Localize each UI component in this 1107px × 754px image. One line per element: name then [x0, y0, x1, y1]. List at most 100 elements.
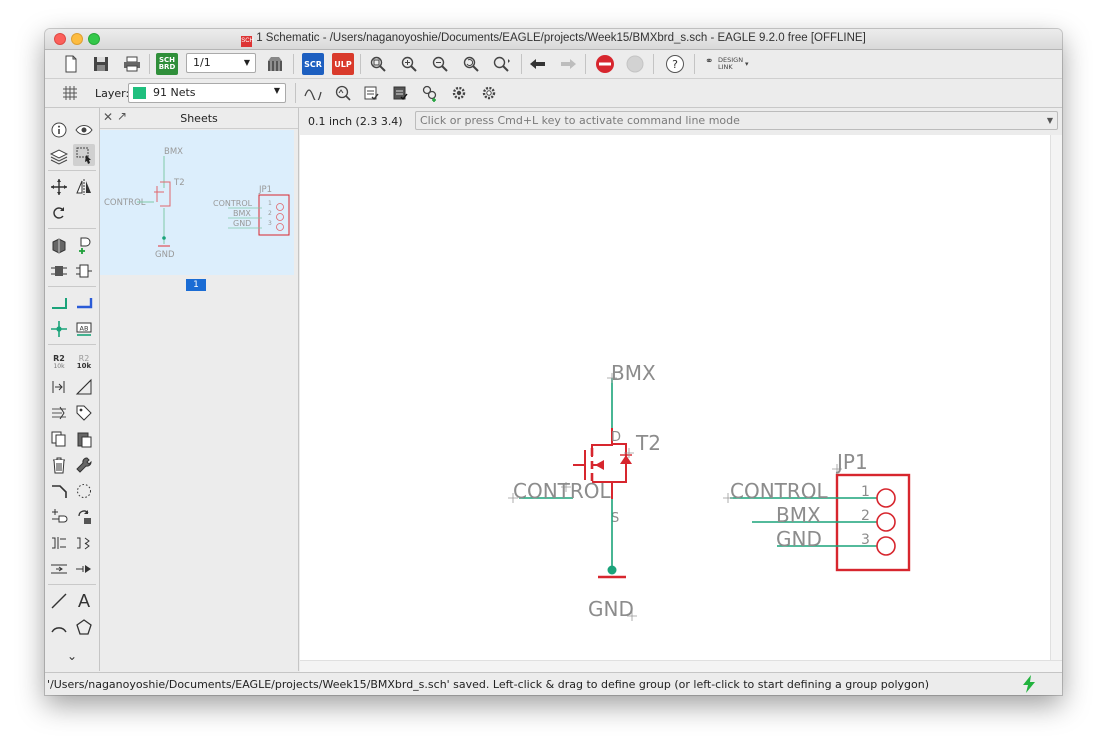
port-in-icon[interactable]: [48, 532, 70, 554]
schematic-canvas[interactable]: BMX D S T2 CONTROL GND JP1 1 2 3 CONTROL…: [300, 135, 1062, 660]
polygon-icon[interactable]: [73, 616, 95, 638]
sheet-number-badge[interactable]: 1: [186, 279, 206, 291]
vertical-scrollbar[interactable]: [1050, 135, 1062, 660]
sheet-selector-value: 1/1: [193, 56, 211, 69]
rotate-icon[interactable]: [48, 202, 70, 224]
join-icon[interactable]: [73, 558, 95, 580]
title-bar: SCH 1 Schematic - /Users/naganoyoshie/Doc…: [45, 29, 1062, 50]
change-icon[interactable]: [48, 402, 70, 424]
thumb-pin1-label: 1: [268, 200, 272, 207]
show-icon[interactable]: [331, 82, 355, 104]
bmx-net-label: BMX: [611, 361, 656, 385]
drain-label: D: [611, 430, 621, 445]
pin-2-number: 2: [861, 508, 870, 524]
chevron-down-icon: ▼: [243, 58, 250, 67]
mosfet-t2[interactable]: D S T2: [561, 428, 661, 526]
undo-icon[interactable]: [526, 53, 550, 75]
svg-text:10k: 10k: [77, 362, 92, 370]
options-gear-icon[interactable]: [477, 82, 501, 104]
connector-jp1[interactable]: JP1 1 2 3 CONTROL BMX GND: [723, 450, 911, 572]
line-icon[interactable]: [48, 590, 70, 612]
paste-icon[interactable]: [73, 428, 95, 450]
text-tool-icon[interactable]: A: [73, 590, 95, 612]
delete-icon[interactable]: [48, 454, 70, 476]
pin-1-net-label: CONTROL: [730, 479, 829, 503]
command-line-placeholder: Click or press Cmd+L key to activate com…: [420, 114, 740, 127]
zoom-fit-icon[interactable]: [366, 53, 390, 75]
replace-icon[interactable]: [48, 260, 70, 282]
add-module-icon[interactable]: [48, 506, 70, 528]
split-icon[interactable]: [73, 376, 95, 398]
cam-processor-icon[interactable]: [263, 53, 287, 75]
settings-gear-icon[interactable]: [447, 82, 471, 104]
new-file-icon[interactable]: [59, 53, 83, 75]
layer-select-value: 91 Nets: [153, 86, 196, 99]
schematic-drawing: BMX D S T2 CONTROL GND JP1 1 2 3 CONTROL…: [508, 361, 911, 621]
print-icon[interactable]: [120, 53, 144, 75]
main-toolbar: SCH BRD 1/1 ▼ SCR ULP ? ⚭ DESIGN LINK ▾: [45, 50, 1062, 79]
add-gate-icon[interactable]: [73, 234, 95, 256]
chevron-down-icon[interactable]: ▼: [1047, 112, 1053, 129]
layer-select[interactable]: 91 Nets ▼: [128, 83, 286, 103]
erc-check-icon[interactable]: [359, 82, 383, 104]
net-wave-icon[interactable]: [301, 82, 325, 104]
run-ulp-button[interactable]: ULP: [332, 53, 354, 75]
value-icon[interactable]: R2 10k: [73, 350, 95, 372]
command-line-input[interactable]: Click or press Cmd+L key to activate com…: [415, 111, 1058, 130]
grid-icon[interactable]: [58, 82, 82, 104]
lightning-bolt-icon[interactable]: [1022, 675, 1036, 695]
status-bar: '/Users/naganoyoshie/Documents/EAGLE/pro…: [45, 672, 1062, 695]
design-link-button[interactable]: ⚭ DESIGN LINK ▾: [705, 57, 761, 71]
pin-3-pad: [876, 536, 896, 556]
net-icon[interactable]: [48, 292, 70, 314]
junction-icon[interactable]: [48, 318, 70, 340]
ratsnest-icon[interactable]: [73, 480, 95, 502]
arc-icon[interactable]: [48, 616, 70, 638]
add-net-link-icon[interactable]: [418, 82, 442, 104]
sheet-selector[interactable]: 1/1 ▼: [186, 53, 256, 73]
attribute-tag-icon[interactable]: [73, 402, 95, 424]
move-icon[interactable]: [48, 176, 70, 198]
expand-more-icon[interactable]: ⌄: [61, 645, 83, 667]
eagle-window: SCH 1 Schematic - /Users/naganoyoshie/Doc…: [45, 29, 1062, 695]
grid-coordinate-readout: 0.1 inch (2.3 3.4): [308, 115, 403, 128]
zoom-out-icon[interactable]: [428, 53, 452, 75]
pinswap-icon[interactable]: [48, 376, 70, 398]
wrench-icon[interactable]: [73, 454, 95, 476]
horizontal-scrollbar[interactable]: [300, 660, 1062, 672]
add-part-icon[interactable]: [48, 234, 70, 256]
pin-1-pad: [876, 488, 896, 508]
label-icon[interactable]: AB: [73, 318, 95, 340]
zoom-redraw-icon[interactable]: [459, 53, 483, 75]
stop-command-icon[interactable]: [593, 53, 617, 75]
port-out-icon[interactable]: [73, 532, 95, 554]
pin-2-pad: [876, 512, 896, 532]
copy-icon[interactable]: [48, 428, 70, 450]
bus-icon[interactable]: [73, 292, 95, 314]
info-icon[interactable]: [48, 119, 70, 141]
zoom-select-icon[interactable]: [490, 53, 514, 75]
save-icon[interactable]: [89, 53, 113, 75]
name-icon[interactable]: R2 10k: [48, 350, 70, 372]
help-button[interactable]: ?: [663, 53, 687, 75]
sch-brd-switch-button[interactable]: SCH BRD: [156, 53, 178, 75]
drc-check-icon[interactable]: [388, 82, 412, 104]
invoke-icon[interactable]: [73, 260, 95, 282]
group-select-icon[interactable]: [73, 144, 95, 166]
thumb-jp-gnd-label: GND: [233, 219, 251, 228]
go-command-icon[interactable]: [623, 53, 647, 75]
miter-icon[interactable]: [48, 480, 70, 502]
layers-icon[interactable]: [48, 146, 70, 168]
thumb-pin3-label: 3: [268, 220, 272, 227]
run-script-button[interactable]: SCR: [302, 53, 324, 75]
sheet-thumbnail[interactable]: BMX T2 CONTROL GND JP1 CONTROL BMX GND 1…: [100, 130, 294, 275]
refresh-module-icon[interactable]: [73, 506, 95, 528]
slice-icon[interactable]: [48, 558, 70, 580]
control-net: CONTROL: [508, 479, 612, 503]
eye-icon[interactable]: [73, 119, 95, 141]
zoom-in-icon[interactable]: [397, 53, 421, 75]
redo-icon[interactable]: [556, 53, 580, 75]
thumb-bmx-label: BMX: [164, 147, 183, 157]
mirror-icon[interactable]: [73, 176, 95, 198]
sheet-thumbnail-drawing: BMX T2 CONTROL GND JP1 CONTROL BMX GND 1…: [104, 147, 290, 260]
